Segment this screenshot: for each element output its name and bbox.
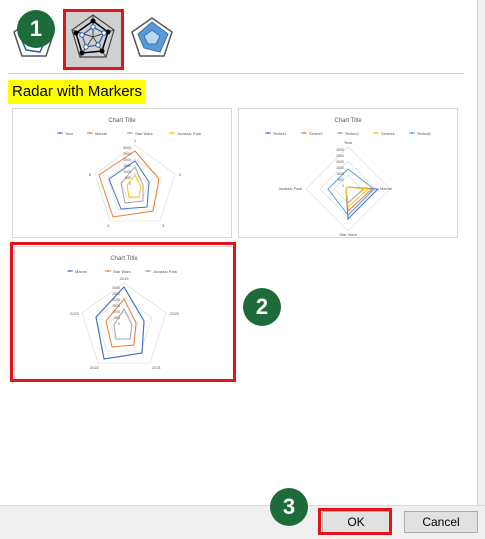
filled-radar-chart-type-icon[interactable] — [128, 14, 176, 62]
svg-text:Series5: Series5 — [417, 131, 431, 136]
svg-text:Jurassic Park: Jurassic Park — [278, 186, 302, 191]
svg-text:Series4: Series4 — [381, 131, 395, 136]
svg-text:1000: 1000 — [336, 172, 344, 176]
svg-text:500: 500 — [338, 178, 344, 182]
preview-2-chart: Chart Title Series1 Series2 Series3 Seri… — [265, 118, 431, 237]
step-1-badge: 1 — [17, 10, 55, 48]
svg-text:Series2: Series2 — [309, 131, 323, 136]
svg-text:2500: 2500 — [336, 154, 344, 158]
section-title: Radar with Markers — [8, 80, 147, 104]
svg-text:2000: 2000 — [123, 158, 131, 162]
scrollbar-track[interactable] — [477, 0, 485, 505]
svg-text:Star Wars: Star Wars — [339, 232, 357, 237]
divider — [8, 73, 464, 74]
svg-text:1: 1 — [134, 138, 137, 143]
svg-text:1500: 1500 — [123, 164, 131, 168]
svg-text:3000: 3000 — [336, 148, 344, 152]
svg-text:0: 0 — [342, 184, 344, 188]
svg-text:1000: 1000 — [123, 170, 131, 174]
ok-button-highlight — [318, 508, 392, 535]
svg-text:2500: 2500 — [123, 152, 131, 156]
svg-text:4: 4 — [107, 223, 110, 228]
svg-text:3000: 3000 — [123, 146, 131, 150]
svg-text:3: 3 — [162, 223, 165, 228]
svg-text:Series1: Series1 — [273, 131, 287, 136]
selected-chart-type-highlight — [63, 9, 124, 70]
preview-2-legend: Series1 Series2 Series3 Series4 Series5 — [265, 131, 431, 136]
preview-1-title: Chart Title — [108, 118, 136, 124]
preview-2[interactable]: Chart Title Series1 Series2 Series3 Seri… — [238, 108, 458, 238]
svg-text:2: 2 — [179, 172, 182, 177]
svg-text:Marvel: Marvel — [380, 186, 392, 191]
svg-text:0: 0 — [129, 182, 131, 186]
svg-text:2000: 2000 — [336, 160, 344, 164]
step-2-badge: 2 — [243, 288, 281, 326]
svg-text:Year: Year — [344, 140, 353, 145]
svg-text:Jurassic Park: Jurassic Park — [177, 131, 201, 136]
cancel-button[interactable]: Cancel — [404, 511, 478, 533]
svg-text:Star Wars: Star Wars — [135, 131, 153, 136]
svg-text:Series3: Series3 — [345, 131, 359, 136]
svg-text:5: 5 — [89, 172, 92, 177]
svg-text:Marvel: Marvel — [95, 131, 107, 136]
svg-text:1500: 1500 — [336, 166, 344, 170]
preview-1[interactable]: Chart Title Year Marvel Star Wars Jurass… — [12, 108, 232, 238]
selected-preview-highlight — [10, 242, 236, 382]
step-3-badge: 3 — [270, 488, 308, 526]
svg-text:Chart Title: Chart Title — [334, 118, 362, 124]
preview-1-legend: Year Marvel Star Wars Jurassic Park — [57, 131, 201, 136]
svg-text:Year: Year — [65, 131, 74, 136]
preview-1-chart: Chart Title Year Marvel Star Wars Jurass… — [57, 118, 201, 228]
svg-text:500: 500 — [125, 176, 131, 180]
